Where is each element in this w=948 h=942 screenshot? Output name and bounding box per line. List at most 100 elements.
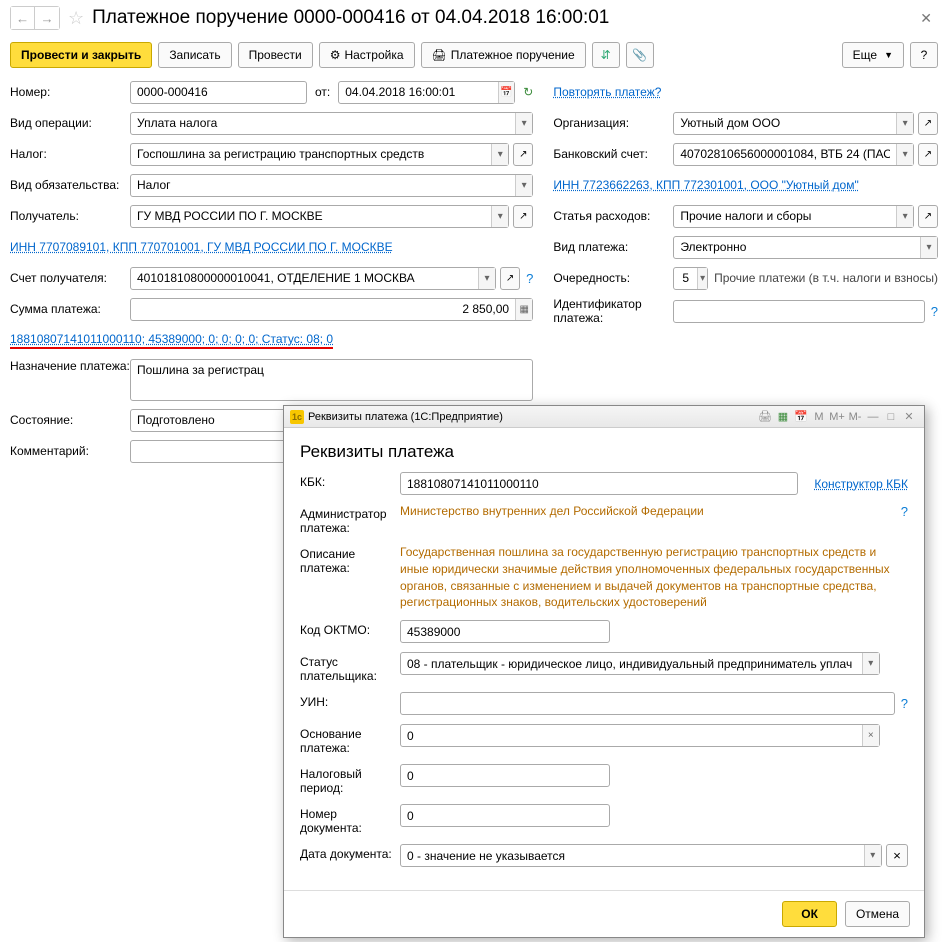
settings-button[interactable]: ⚙Настройка (319, 42, 415, 68)
ok-button[interactable]: ОК (782, 901, 837, 927)
maximize-icon[interactable]: □ (882, 409, 900, 425)
calendar-icon[interactable]: 📅 (792, 409, 810, 425)
cancel-button[interactable]: Отмена (845, 901, 910, 927)
clear-icon[interactable]: × (862, 725, 879, 746)
bank-input[interactable] (674, 147, 896, 161)
bank-label: Банковский счет: (553, 147, 673, 161)
open-account-button[interactable]: ↗ (500, 267, 520, 290)
admin-value: Министерство внутренних дел Российской Ф… (400, 504, 895, 535)
help-button[interactable]: ? (910, 42, 938, 68)
chevron-down-icon[interactable]: ▾ (896, 113, 913, 134)
status-input[interactable] (401, 657, 862, 671)
purpose-input[interactable] (131, 363, 532, 377)
docnum-label: Номер документа: (300, 804, 400, 835)
uin-input[interactable] (401, 697, 894, 711)
favorite-star-icon[interactable]: ☆ (68, 8, 84, 29)
expense-label: Статья расходов: (553, 209, 673, 223)
calculator-icon[interactable]: ▦ (515, 299, 532, 320)
nav-forward-button[interactable]: → (35, 7, 59, 29)
chevron-down-icon[interactable]: ▾ (920, 237, 937, 258)
chevron-down-icon[interactable]: ▾ (896, 144, 913, 165)
payment-details-modal: 1c Реквизиты платежа (1С:Предприятие) 🖨 … (283, 405, 925, 938)
modal-window-title: Реквизиты платежа (1С:Предприятие) (308, 411, 503, 423)
chevron-down-icon[interactable]: ▾ (864, 845, 881, 866)
structure-icon: ⇵ (601, 48, 611, 62)
chevron-down-icon[interactable]: ▾ (896, 206, 913, 227)
priority-help-text: Прочие платежи (в т.ч. налоги и взносы) (714, 271, 938, 285)
post-button[interactable]: Провести (238, 42, 313, 68)
priority-input[interactable] (674, 271, 697, 285)
chevron-down-icon[interactable]: ▾ (515, 113, 532, 134)
refresh-icon[interactable]: ↻ (523, 85, 533, 99)
obligation-input[interactable] (131, 178, 515, 192)
paperclip-icon: 📎 (632, 48, 647, 62)
calendar-icon[interactable]: 📅 (498, 82, 514, 103)
account-recv-label: Счет получателя: (10, 271, 130, 285)
chevron-down-icon[interactable]: ▾ (862, 653, 879, 674)
chevron-down-icon[interactable]: ▾ (515, 175, 532, 196)
minimize-icon[interactable]: — (864, 409, 882, 425)
kbk-input[interactable] (401, 477, 797, 491)
page-title: Платежное поручение 0000-000416 от 04.04… (92, 7, 912, 29)
number-input[interactable] (131, 85, 306, 99)
close-icon[interactable]: ✕ (900, 409, 918, 425)
chevron-down-icon[interactable]: ▾ (697, 268, 707, 289)
help-icon[interactable]: ? (901, 696, 908, 711)
ident-input[interactable] (674, 304, 923, 318)
print-icon[interactable]: 🖨 (756, 409, 774, 425)
help-icon[interactable]: ? (901, 504, 908, 535)
structure-button[interactable]: ⇵ (592, 42, 620, 68)
chevron-down-icon[interactable]: ▾ (478, 268, 495, 289)
help-icon[interactable]: ? (526, 271, 533, 286)
tax-input[interactable] (131, 147, 491, 161)
calc-mminus-button[interactable]: М- (846, 409, 864, 425)
period-input[interactable] (401, 769, 609, 783)
docnum-input[interactable] (401, 809, 609, 823)
print-button[interactable]: 🖨Платежное поручение (421, 42, 586, 68)
calc-mplus-button[interactable]: М+ (828, 409, 846, 425)
date-input[interactable] (339, 85, 498, 99)
obligation-label: Вид обязательства: (10, 178, 130, 192)
chevron-down-icon: ▼ (884, 50, 893, 60)
paytype-input[interactable] (674, 240, 920, 254)
help-icon[interactable]: ? (931, 304, 938, 319)
post-and-close-button[interactable]: Провести и закрыть (10, 42, 152, 68)
save-button[interactable]: Записать (158, 42, 231, 68)
nav-back-button[interactable]: ← (11, 7, 35, 29)
org-input[interactable] (674, 116, 896, 130)
kbk-constructor-link[interactable]: Конструктор КБК (814, 477, 908, 491)
more-button[interactable]: Еще▼ (842, 42, 904, 68)
sum-input[interactable] (131, 302, 515, 316)
oktmo-input[interactable] (401, 625, 609, 639)
tax-label: Налог: (10, 147, 130, 161)
chevron-down-icon[interactable]: ▾ (491, 144, 508, 165)
optype-input[interactable] (131, 116, 515, 130)
desc-value: Государственная пошлина за государственн… (400, 544, 908, 611)
open-recipient-button[interactable]: ↗ (513, 205, 533, 228)
number-label: Номер: (10, 85, 130, 99)
sum-label: Сумма платежа: (10, 302, 130, 316)
oktmo-label: Код ОКТМО: (300, 620, 400, 643)
repeat-payment-link[interactable]: Повторять платеж? (553, 85, 661, 99)
expense-input[interactable] (674, 209, 896, 223)
ident-label: Идентификатор платежа: (553, 297, 673, 326)
comment-label: Комментарий: (10, 444, 130, 458)
open-bank-button[interactable]: ↗ (918, 143, 938, 166)
open-tax-button[interactable]: ↗ (513, 143, 533, 166)
uin-label: УИН: (300, 692, 400, 715)
bank-details-link[interactable]: ИНН 7723662263, КПП 772301001, ООО "Уютн… (553, 178, 858, 192)
docdate-input[interactable] (401, 849, 864, 863)
close-icon[interactable]: ✕ (920, 10, 938, 27)
open-expense-button[interactable]: ↗ (918, 205, 938, 228)
grid-icon[interactable]: ▦ (774, 409, 792, 425)
recipient-input[interactable] (131, 209, 491, 223)
calc-m-button[interactable]: М (810, 409, 828, 425)
kbk-summary-link[interactable]: 18810807141011000110; 45389000; 0; 0; 0;… (10, 332, 333, 349)
chevron-down-icon[interactable]: ▾ (491, 206, 508, 227)
basis-input[interactable] (401, 729, 862, 743)
open-org-button[interactable]: ↗ (918, 112, 938, 135)
attach-button[interactable]: 📎 (626, 42, 654, 68)
clear-docdate-button[interactable]: × (886, 844, 908, 867)
account-recv-input[interactable] (131, 271, 478, 285)
recipient-details-link[interactable]: ИНН 7707089101, КПП 770701001, ГУ МВД РО… (10, 240, 393, 254)
